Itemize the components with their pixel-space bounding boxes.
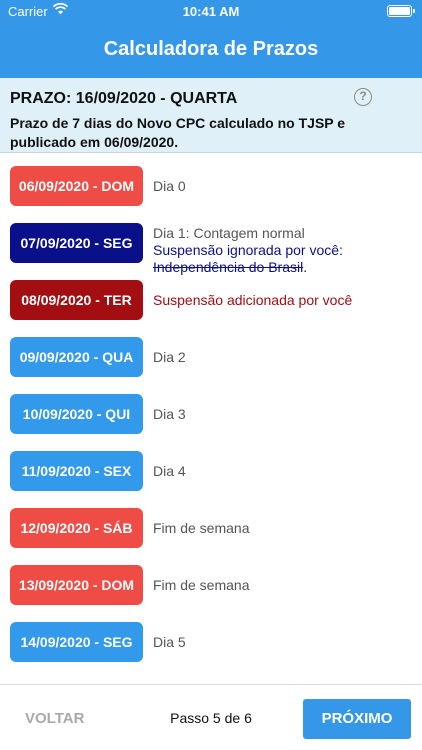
page-title: Calculadora de Prazos: [103, 38, 319, 60]
date-badge[interactable]: 06/09/2020 - DOM: [10, 166, 143, 206]
day-label: Fim de semana: [153, 577, 250, 593]
list-item: 07/09/2020 - SEG Dia 1: Contagem normal …: [0, 223, 422, 280]
list-item: 06/09/2020 - DOM Dia 0: [0, 166, 422, 223]
date-badge[interactable]: 11/09/2020 - SEX: [10, 451, 143, 491]
day-label: Dia 4: [153, 463, 186, 479]
list-item: 12/09/2020 - SÁB Fim de semana: [0, 508, 422, 565]
suspension-ignored: Suspensão ignorada por você:: [153, 242, 343, 258]
suspension-name-suffix: .: [303, 259, 308, 275]
date-badge[interactable]: 10/09/2020 - QUI: [10, 394, 143, 434]
step-footer: VOLTAR Passo 5 de 6 PRÓXIMO: [0, 684, 422, 750]
next-button[interactable]: PRÓXIMO: [303, 699, 411, 739]
day-label: Dia 5: [153, 634, 186, 650]
list-item: 13/09/2020 - DOM Fim de semana: [0, 565, 422, 622]
date-badge[interactable]: 07/09/2020 - SEG: [10, 223, 143, 263]
date-badge[interactable]: 09/09/2020 - QUA: [10, 337, 143, 377]
deadline-title: PRAZO: 16/09/2020 - QUARTA: [10, 90, 238, 107]
day-label: Dia 0: [153, 178, 186, 194]
navigation-bar: Carrier 10:41 AM Calculadora de Prazos: [0, 0, 422, 78]
help-icon[interactable]: ?: [354, 88, 372, 106]
list-item: 10/09/2020 - QUI Dia 3: [0, 394, 422, 451]
day-label: Suspensão adicionada por você: [153, 292, 353, 308]
status-bar: Carrier 10:41 AM: [0, 0, 422, 22]
list-item: 14/09/2020 - SEG Dia 5: [0, 622, 422, 679]
day-label: Dia 1: Contagem normal Suspensão ignorad…: [153, 225, 343, 276]
date-badge[interactable]: 13/09/2020 - DOM: [10, 565, 143, 605]
day-label: Fim de semana: [153, 520, 250, 536]
list-item: 09/09/2020 - QUA Dia 2: [0, 337, 422, 394]
day-label: Dia 3: [153, 406, 186, 422]
battery-icon: [387, 5, 415, 17]
day-label-line1: Dia 1: Contagem normal: [153, 225, 305, 241]
suspension-name: Independência do Brasil: [153, 259, 304, 275]
deadline-description: Prazo de 7 dias do Novo CPC calculado no…: [10, 115, 346, 150]
date-badge[interactable]: 08/09/2020 - TER: [10, 280, 143, 320]
suspension-name-line: Independência do Brasil.: [153, 259, 343, 276]
list-item: 08/09/2020 - TER Suspensão adicionada po…: [0, 280, 422, 337]
date-badge[interactable]: 12/09/2020 - SÁB: [10, 508, 143, 548]
status-time: 10:41 AM: [182, 4, 240, 19]
day-label: Dia 2: [153, 349, 186, 365]
list-item: 11/09/2020 - SEX Dia 4: [0, 451, 422, 508]
deadline-summary: PRAZO: 16/09/2020 - QUARTA ? Prazo de 7 …: [0, 78, 422, 153]
date-badge[interactable]: 14/09/2020 - SEG: [10, 622, 143, 662]
